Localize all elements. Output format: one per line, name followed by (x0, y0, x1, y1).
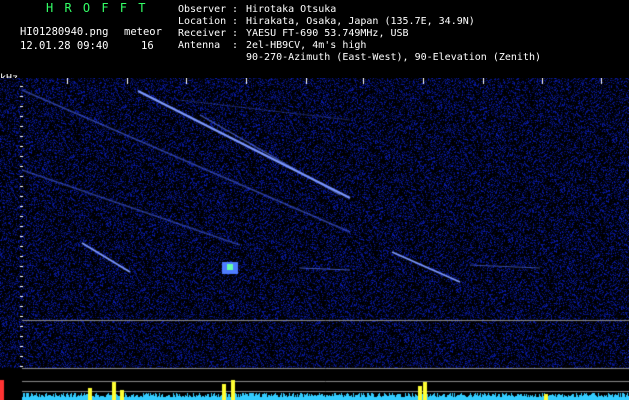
info-row-antenna-direction: 90-270-Azimuth (East-West), 90-Elevation… (178, 52, 541, 64)
info-value: 2el-HB9CV, 4m's high (246, 40, 367, 51)
info-key (178, 52, 232, 64)
info-sep: : (232, 16, 239, 27)
info-key: Receiver (178, 28, 227, 39)
filename-label: HI01280940.png (20, 26, 109, 38)
info-sep: : (232, 40, 239, 51)
info-value: YAESU FT-690 53.749MHz, USB (246, 28, 409, 39)
info-row-receiver: Receiver: YAESU FT-690 53.749MHz, USB (178, 28, 541, 40)
spectrogram-canvas[interactable] (0, 78, 629, 400)
info-row-location: Location: Hirakata, Osaka, Japan (135.7E,… (178, 16, 541, 28)
info-sep: : (232, 4, 239, 15)
meteor-count-value: 16 (141, 40, 154, 52)
meteor-count-label: meteor (124, 26, 162, 38)
info-value: Hirakata, Osaka, Japan (135.7E, 34.9N) (246, 16, 475, 27)
app-title: H R O F F T (46, 1, 148, 15)
info-row-antenna: Antenna:2el-HB9CV, 4m's high (178, 40, 541, 52)
info-row-observer: Observer: Hirotaka Otsuka (178, 4, 541, 16)
info-key: Location (178, 16, 227, 27)
info-key: Observer (178, 4, 227, 15)
info-value: Hirotaka Otsuka (246, 4, 337, 15)
info-sep: : (232, 28, 239, 39)
datetime-label: 12.01.28 09:40 (20, 40, 109, 52)
info-value: 90-270-Azimuth (East-West), 90-Elevation… (246, 52, 542, 63)
info-key: Antenna (178, 40, 221, 51)
observation-info: Observer: Hirotaka Otsuka Location: Hiraka… (178, 4, 541, 64)
